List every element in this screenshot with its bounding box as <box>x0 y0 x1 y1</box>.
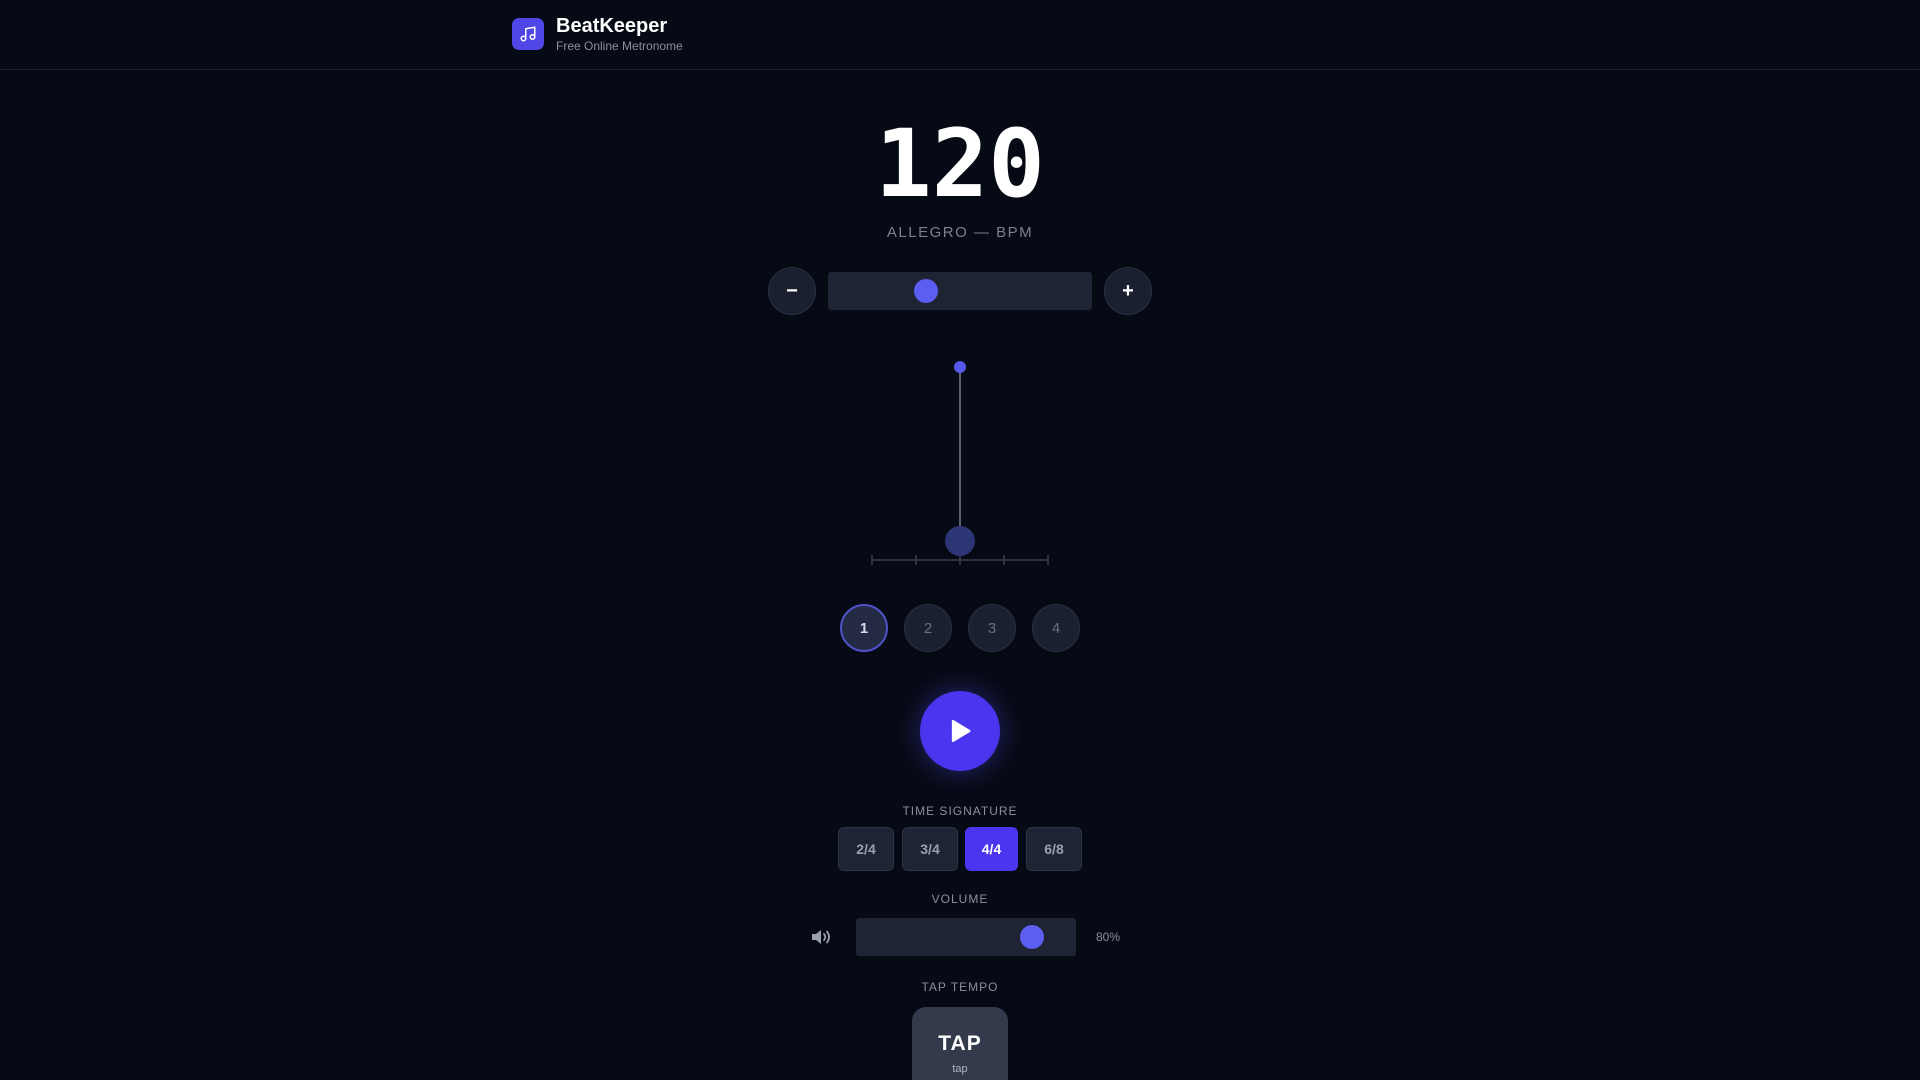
app-name[interactable]: BeatKeeper <box>556 15 667 38</box>
pendulum-scale <box>871 555 1049 565</box>
increase-tempo-button[interactable]: + <box>1104 267 1152 315</box>
volume-label: VOLUME <box>931 892 989 906</box>
beat-dot-2: 2 <box>904 604 952 652</box>
tap-tempo-label: TAP TEMPO <box>921 980 999 994</box>
pendulum-visualizer <box>871 361 1049 565</box>
beat-dot-4: 4 <box>1032 604 1080 652</box>
beat-dot-3: 3 <box>968 604 1016 652</box>
time-signature-6-8-button[interactable]: 6/8 <box>1026 827 1082 871</box>
speaker-icon[interactable] <box>810 927 834 947</box>
play-icon <box>951 719 971 743</box>
volume-slider[interactable] <box>856 918 1076 956</box>
app-subtitle: Free Online Metronome <box>556 39 683 53</box>
volume-slider-thumb[interactable] <box>1020 925 1044 949</box>
time-signature-label: TIME SIGNATURE <box>902 804 1018 818</box>
time-signature-3-4-button[interactable]: 3/4 <box>902 827 958 871</box>
tempo-marking-label: ALLEGRO — BPM <box>886 224 1034 241</box>
bpm-display: 120 <box>875 110 1045 219</box>
beat-dot-1: 1 <box>840 604 888 652</box>
play-button[interactable] <box>920 691 1000 771</box>
time-signature-2-4-button[interactable]: 2/4 <box>838 827 894 871</box>
volume-percentage: 80% <box>1096 930 1121 944</box>
app-header: BeatKeeper Free Online Metronome <box>0 0 1920 70</box>
pendulum-bob <box>945 526 975 556</box>
music-note-icon[interactable] <box>512 18 544 50</box>
time-signature-4-4-button[interactable]: 4/4 <box>965 827 1018 871</box>
tempo-slider-thumb[interactable] <box>914 279 938 303</box>
tempo-slider[interactable] <box>828 272 1092 310</box>
tap-button-hint: tap <box>952 1063 968 1075</box>
pendulum-pivot <box>954 361 966 373</box>
decrease-tempo-button[interactable]: − <box>768 267 816 315</box>
tap-button-label: TAP <box>938 1032 982 1055</box>
tap-tempo-button[interactable]: TAP tap <box>912 1007 1008 1080</box>
